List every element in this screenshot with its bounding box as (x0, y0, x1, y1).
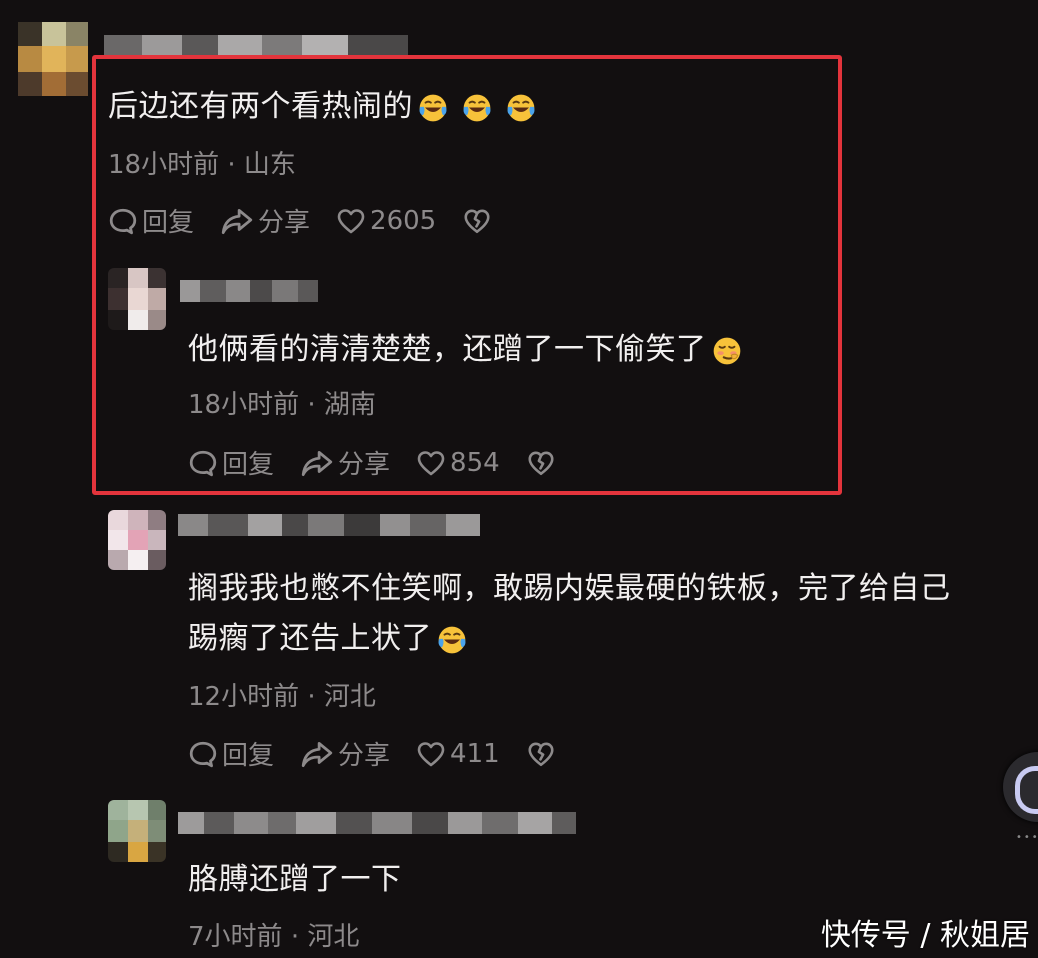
reply-button[interactable]: 回复 (108, 202, 194, 239)
comment-location: 山东 (243, 150, 296, 180)
reply-avatar[interactable] (108, 800, 166, 862)
reply-icon (188, 448, 218, 478)
commenter-name-blurred[interactable] (104, 35, 408, 57)
reply-meta: 12小时前 · 河北 (188, 676, 376, 713)
reply-avatar[interactable] (108, 268, 166, 330)
reply-icon (188, 739, 218, 769)
reply-text-continued: 踢瘸了还告上状了 (188, 616, 468, 662)
reply-text: 搁我我也憋不住笑啊，敢踢内娱最硬的铁板，完了给自己 (188, 566, 951, 612)
comment-time: 18小时前 (108, 150, 220, 180)
reply-actions: 回复 分享 411 (188, 735, 582, 772)
reply-body: 他俩看的清清楚楚，还蹭了一下偷笑了 (188, 332, 707, 367)
like-button[interactable]: 411 (416, 739, 500, 769)
reply-meta: 18小时前 · 湖南 (188, 384, 376, 421)
comment-text: 后边还有两个看热闹的 (108, 84, 537, 130)
reply-button[interactable]: 回复 (188, 735, 274, 772)
meta-separator: · (307, 390, 316, 420)
reply-text: 他俩看的清清楚楚，还蹭了一下偷笑了 (188, 327, 743, 373)
like-button[interactable]: 854 (416, 448, 500, 478)
share-icon (220, 206, 254, 236)
comment-meta: 18小时前 · 山东 (108, 144, 296, 181)
meta-separator: · (307, 682, 316, 712)
reply-time: 18小时前 (188, 390, 300, 420)
snicker-emoji (711, 335, 743, 367)
broken-heart-icon (526, 448, 556, 478)
share-label: 分享 (338, 741, 391, 771)
watermark: 快传号 / 秋姐居 (820, 918, 1030, 953)
reply-body-line1: 搁我我也憋不住笑啊，敢踢内娱最硬的铁板，完了给自己 (188, 571, 951, 606)
reply-name-blurred[interactable] (178, 514, 480, 536)
commenter-avatar[interactable] (18, 22, 88, 96)
comment-actions: 回复 分享 2605 (108, 202, 518, 239)
reply-time: 12小时前 (188, 682, 300, 712)
dislike-button[interactable] (526, 448, 556, 478)
laugh-cry-emoji (417, 92, 449, 124)
like-count: 2605 (370, 205, 437, 236)
share-label: 分享 (258, 208, 311, 238)
broken-heart-icon (462, 206, 492, 236)
reply-text: 胳膊还蹭了一下 (188, 857, 402, 903)
more-dots-icon: ••• (1016, 832, 1038, 843)
reply-avatar[interactable] (108, 510, 166, 570)
share-button[interactable]: 分享 (300, 735, 390, 772)
meta-separator: · (227, 150, 236, 180)
floating-action-button[interactable] (1003, 752, 1038, 822)
share-button[interactable]: 分享 (220, 202, 310, 239)
heart-icon (416, 739, 446, 769)
dislike-button[interactable] (462, 206, 492, 236)
reply-label: 回复 (142, 208, 195, 238)
app-logo-icon (1015, 766, 1038, 814)
share-icon (300, 739, 334, 769)
broken-heart-icon (526, 739, 556, 769)
reply-actions: 回复 分享 854 (188, 444, 582, 481)
share-icon (300, 448, 334, 478)
reply-body: 胳膊还蹭了一下 (188, 862, 402, 897)
laugh-cry-emoji (461, 92, 493, 124)
reply-name-blurred[interactable] (180, 280, 318, 302)
reply-body-line2: 踢瘸了还告上状了 (188, 621, 432, 656)
share-label: 分享 (338, 450, 391, 480)
reply-name-blurred[interactable] (178, 812, 576, 834)
reply-time: 7小时前 (188, 922, 283, 952)
reply-icon (108, 206, 138, 236)
reply-meta: 7小时前 · 河北 (188, 916, 359, 953)
heart-icon (336, 206, 366, 236)
laugh-cry-emoji (436, 624, 468, 656)
reply-location: 河北 (307, 922, 360, 952)
heart-icon (416, 448, 446, 478)
like-button[interactable]: 2605 (336, 206, 436, 236)
comment-body: 后边还有两个看热闹的 (108, 89, 413, 124)
like-count: 411 (450, 738, 500, 769)
reply-label: 回复 (222, 741, 275, 771)
laugh-cry-emoji (505, 92, 537, 124)
reply-button[interactable]: 回复 (188, 444, 274, 481)
share-button[interactable]: 分享 (300, 444, 390, 481)
reply-location: 河北 (323, 682, 376, 712)
meta-separator: · (290, 922, 300, 952)
reply-location: 湖南 (323, 390, 376, 420)
dislike-button[interactable] (526, 739, 556, 769)
reply-label: 回复 (222, 450, 275, 480)
like-count: 854 (450, 447, 500, 478)
